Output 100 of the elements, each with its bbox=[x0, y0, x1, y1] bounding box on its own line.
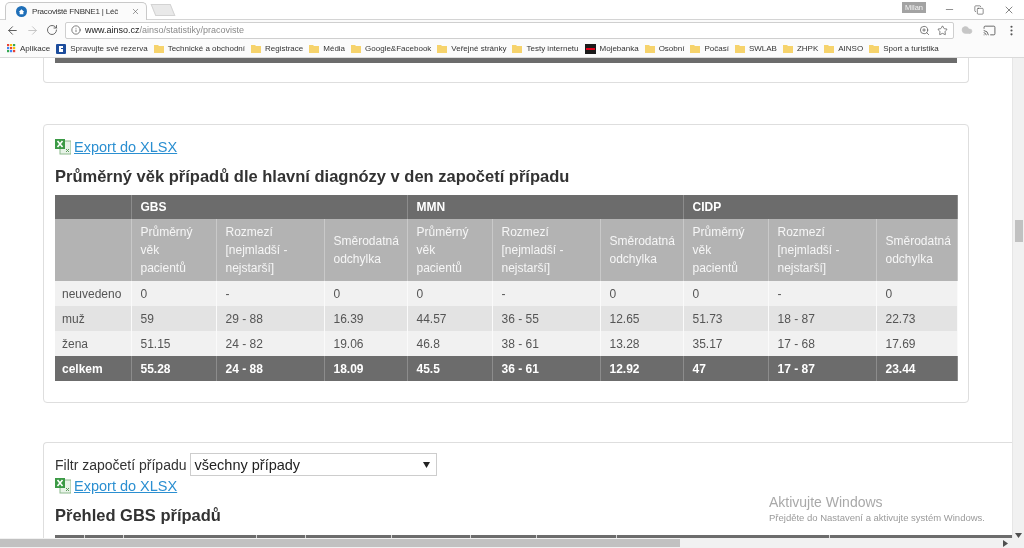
total-cell: 55.28 bbox=[131, 356, 216, 381]
filter-label: Filtr započetí případu bbox=[55, 456, 187, 473]
apps-grid-icon bbox=[7, 44, 16, 53]
forward-arrow-icon bbox=[25, 23, 39, 37]
table-cell: 17.69 bbox=[876, 331, 957, 356]
bookmark-star-icon[interactable] bbox=[935, 23, 949, 37]
folder-icon bbox=[690, 44, 701, 53]
row-label-cell: muž bbox=[55, 306, 131, 331]
total-cell: 17 - 87 bbox=[768, 356, 876, 381]
table-cell: 29 - 88 bbox=[216, 306, 324, 331]
table-cell: 38 - 61 bbox=[492, 331, 600, 356]
table-cell: 17 - 68 bbox=[768, 331, 876, 356]
folder-icon bbox=[782, 44, 793, 53]
group-header-cell: CIDP bbox=[683, 195, 957, 219]
scroll-right-icon[interactable] bbox=[1003, 539, 1008, 547]
table-cell: 13.28 bbox=[600, 331, 683, 356]
row-label-cell: neuvedeno bbox=[55, 281, 131, 306]
table-cell: - bbox=[492, 281, 600, 306]
bookmark-item[interactable]: Veřejné stránky bbox=[437, 44, 507, 53]
reload-icon bbox=[46, 24, 58, 36]
table-cell: 24 - 82 bbox=[216, 331, 324, 356]
column-header-cell: Směrodatná odchylka bbox=[324, 219, 407, 281]
table-cell: 0 bbox=[876, 281, 957, 306]
spreadsheet-icon bbox=[55, 478, 71, 494]
table-cell: 0 bbox=[407, 281, 492, 306]
horizontal-scrollbar[interactable] bbox=[0, 538, 1024, 548]
bookmark-item[interactable]: Počasí bbox=[690, 44, 729, 53]
group-header-cell: MMN bbox=[407, 195, 683, 219]
bookmark-item[interactable]: Technické a obchodní bbox=[153, 44, 245, 53]
total-cell: 36 - 61 bbox=[492, 356, 600, 381]
table-cell: 36 - 55 bbox=[492, 306, 600, 331]
bookmark-item[interactable]: Mojebanka bbox=[584, 43, 639, 54]
table-cell: - bbox=[768, 281, 876, 306]
bookmark-item[interactable]: Aplikace bbox=[7, 44, 51, 53]
vertical-scrollbar[interactable] bbox=[1012, 58, 1024, 538]
column-header-cell: Rozmezí [nejmladší - nejstarší] bbox=[768, 219, 876, 281]
address-bar[interactable]: www.ainso.cz/ainso/statistiky/pracoviste bbox=[65, 21, 954, 39]
new-tab-button[interactable] bbox=[150, 4, 176, 16]
column-header-cell: Směrodatná odchylka bbox=[600, 219, 683, 281]
table-cell: 44.57 bbox=[407, 306, 492, 331]
total-cell: 12.92 bbox=[600, 356, 683, 381]
table-cell: 16.39 bbox=[324, 306, 407, 331]
bookmark-item[interactable]: Osobní bbox=[644, 44, 685, 53]
folder-icon bbox=[437, 44, 448, 53]
scrollbar-thumb[interactable] bbox=[0, 539, 680, 547]
column-header-cell: Rozmezí [nejmladší - nejstarší] bbox=[492, 219, 600, 281]
group-header-cell: GBS bbox=[131, 195, 407, 219]
section-heading: Průměrný věk případů dle hlavní diagnózy v den započetí případu bbox=[55, 166, 570, 187]
bookmark-item[interactable]: Testy internetu bbox=[512, 44, 579, 53]
folder-icon bbox=[824, 44, 835, 53]
folder-icon bbox=[351, 44, 362, 53]
activation-notice-title: Aktivujte Windows bbox=[769, 494, 883, 510]
browser-tab[interactable]: Pracoviště FNBNE1 | Léč bbox=[5, 2, 147, 20]
folder-icon bbox=[153, 44, 164, 53]
section-heading: Přehled GBS případů bbox=[55, 505, 221, 526]
column-header-cell: Rozmezí [nejmladší - nejstarší] bbox=[216, 219, 324, 281]
bank-favicon-icon bbox=[584, 43, 596, 54]
table-cell: 0 bbox=[131, 281, 216, 306]
folder-icon bbox=[309, 44, 320, 53]
tab-title: Pracoviště FNBNE1 | Léč bbox=[32, 7, 119, 16]
bookmark-item[interactable]: AINSO bbox=[824, 44, 864, 53]
table-cell: 18 - 87 bbox=[768, 306, 876, 331]
restore-icon bbox=[974, 4, 984, 15]
table-cell: 51.73 bbox=[683, 306, 768, 331]
table-cell: 51.15 bbox=[131, 331, 216, 356]
house-favicon-icon bbox=[16, 6, 27, 17]
total-cell: 18.09 bbox=[324, 356, 407, 381]
caret-down-icon bbox=[422, 461, 430, 468]
spreadsheet-icon bbox=[55, 139, 71, 155]
total-label-cell: celkem bbox=[55, 356, 131, 381]
table-cell: 19.06 bbox=[324, 331, 407, 356]
bookmark-item[interactable]: ZHPK bbox=[782, 44, 819, 53]
activation-notice-text: Přejděte do Nastavení a aktivujte systém Windows. bbox=[769, 512, 985, 523]
column-header-cell: Průměrný věk pacientů bbox=[131, 219, 216, 281]
bookmark-item[interactable]: Registrace bbox=[251, 44, 304, 53]
table-cell: 0 bbox=[600, 281, 683, 306]
bookmark-item[interactable]: Spravujte své rezerva bbox=[56, 43, 148, 54]
total-cell: 45.5 bbox=[407, 356, 492, 381]
export-link[interactable]: Export do XLSX bbox=[74, 478, 178, 494]
total-cell: 47 bbox=[683, 356, 768, 381]
scroll-down-icon[interactable] bbox=[1015, 533, 1022, 538]
table-cell: 59 bbox=[131, 306, 216, 331]
bookmark-item[interactable]: Média bbox=[309, 44, 346, 53]
close-tab-icon[interactable] bbox=[131, 7, 140, 16]
back-arrow-icon bbox=[5, 23, 19, 37]
table-cell: 0 bbox=[683, 281, 768, 306]
zoom-icon[interactable] bbox=[917, 23, 931, 37]
site-favicon-icon bbox=[56, 43, 67, 54]
filter-select[interactable]: všechny případy bbox=[189, 453, 437, 476]
total-cell: 23.44 bbox=[876, 356, 957, 381]
folder-icon bbox=[644, 44, 655, 53]
bookmark-item[interactable]: Sport a turistika bbox=[869, 44, 939, 53]
bookmark-item[interactable]: SWLAB bbox=[734, 44, 777, 53]
export-link[interactable]: Export do XLSX bbox=[74, 139, 178, 155]
total-cell: 24 - 88 bbox=[216, 356, 324, 381]
scrollbar-thumb[interactable] bbox=[1014, 220, 1023, 242]
bookmark-item[interactable]: Google&Facebook bbox=[351, 44, 432, 53]
info-icon[interactable] bbox=[71, 25, 81, 35]
column-header-cell: Směrodatná odchylka bbox=[876, 219, 957, 281]
table-cell: 46.8 bbox=[407, 331, 492, 356]
